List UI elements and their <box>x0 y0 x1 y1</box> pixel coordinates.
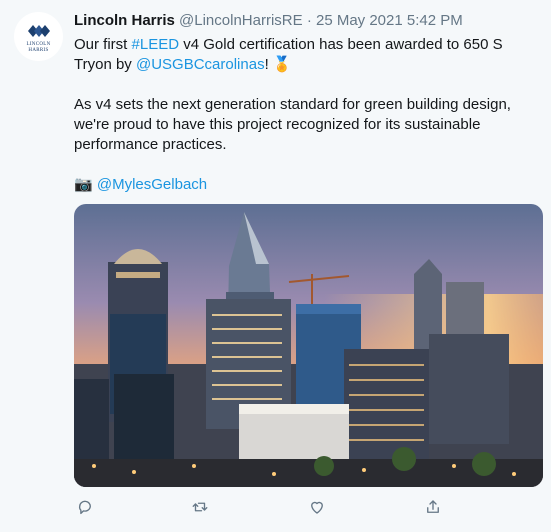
share-button[interactable] <box>422 496 444 518</box>
reply-icon <box>78 500 91 515</box>
reply-button[interactable] <box>74 496 96 518</box>
avatar-brand-line-2: HARRIS <box>28 47 49 53</box>
text-fragment: ! <box>264 56 273 73</box>
lincoln-harris-logo-icon <box>27 24 50 37</box>
separator: · <box>306 12 312 29</box>
tweet-paragraph-2: As v4 sets the next generation standard … <box>74 96 511 153</box>
photographer-mention-link[interactable]: @MylesGelbach <box>97 176 207 193</box>
handle[interactable]: @LincolnHarrisRE <box>179 12 303 29</box>
tweet-photo[interactable] <box>74 204 543 487</box>
retweet-icon <box>192 502 208 512</box>
camera-emoji: 📷 <box>74 176 93 193</box>
timestamp[interactable]: 25 May 2021 5:42 PM <box>316 12 463 29</box>
share-icon <box>427 500 439 513</box>
hashtag-link[interactable]: #LEED <box>132 36 180 53</box>
tweet-paragraph-1: Our first #LEED v4 Gold certification ha… <box>74 35 544 75</box>
tweet-header: Lincoln Harris @LincolnHarrisRE · 25 May… <box>74 11 544 31</box>
like-button[interactable] <box>306 496 328 518</box>
text-fragment: Our first <box>74 36 132 53</box>
city-skyline-photo <box>74 204 543 487</box>
mention-link[interactable]: @USGBCcarolinas <box>136 56 265 73</box>
tweet: Lincoln Harris @LincolnHarrisRE · 25 May… <box>74 11 544 195</box>
medal-emoji: 🏅 <box>272 56 292 73</box>
tweet-actions <box>74 496 444 518</box>
retweet-button[interactable] <box>189 496 211 518</box>
tweet-text: Our first #LEED v4 Gold certification ha… <box>74 35 544 195</box>
avatar-brand-line-1: LINCOLN <box>26 41 51 47</box>
display-name[interactable]: Lincoln Harris <box>74 12 175 29</box>
photo-credit: 📷 @MylesGelbach <box>74 175 544 195</box>
avatar[interactable]: LINCOLN HARRIS <box>14 12 63 61</box>
like-icon <box>311 501 323 514</box>
